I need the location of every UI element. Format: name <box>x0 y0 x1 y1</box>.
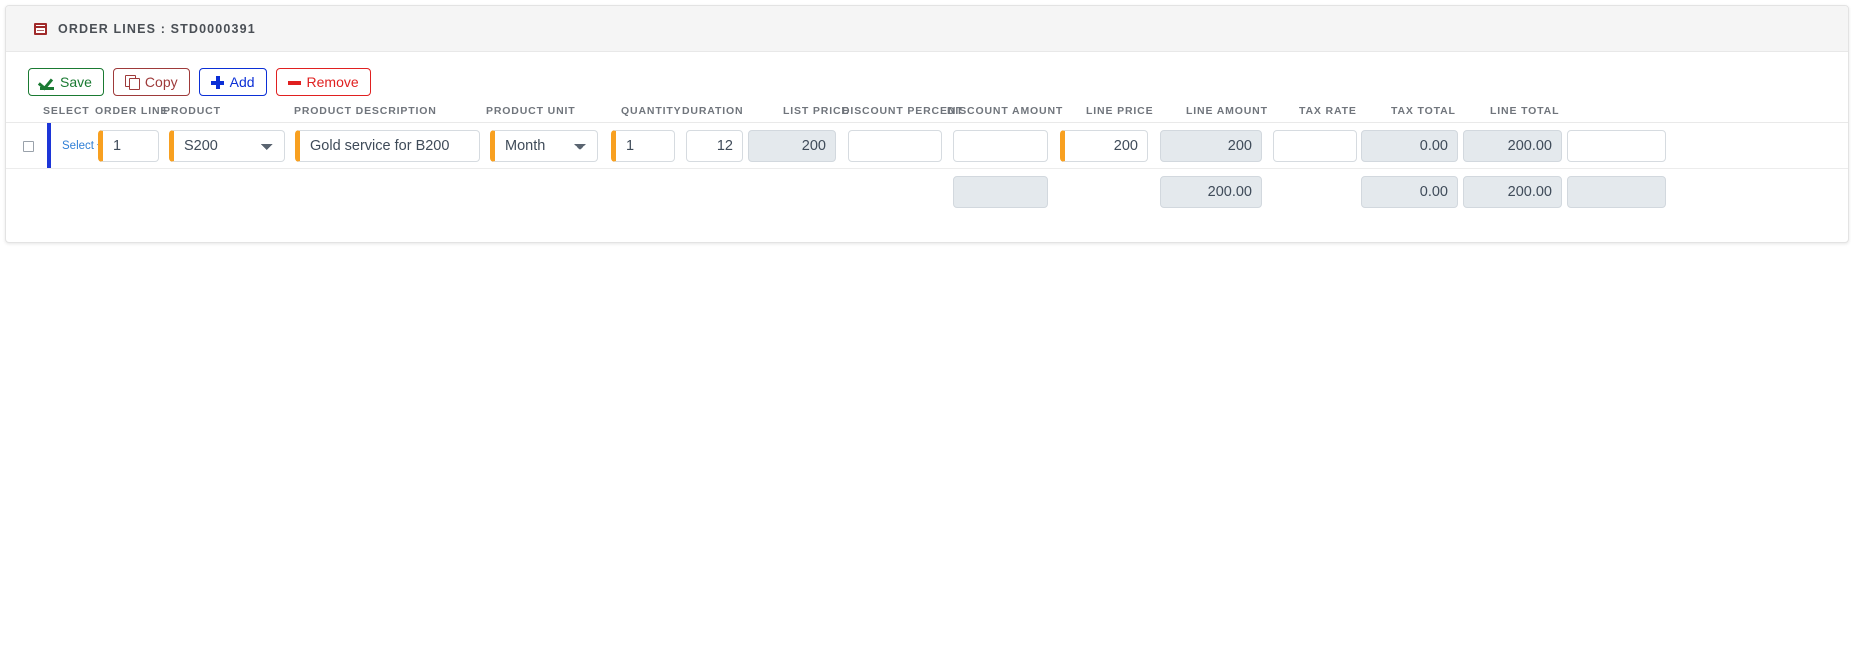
discount-percent-input[interactable] <box>848 130 942 162</box>
tax-total-input <box>1361 130 1458 162</box>
tax-total-total-cell <box>1361 176 1458 208</box>
discount-amount-input[interactable] <box>953 130 1048 162</box>
column-header-tax-rate: TAX RATE <box>1299 105 1357 117</box>
row-status-marker <box>47 123 51 169</box>
quantity-cell <box>611 130 675 162</box>
tax-rate-input[interactable] <box>1273 130 1357 162</box>
discount-amount-cell <box>953 130 1048 162</box>
tax-rate-cell <box>1273 130 1357 162</box>
list-price-input <box>748 130 836 162</box>
table-row: Select S200 Month <box>6 122 1848 169</box>
save-button[interactable]: Save <box>28 68 104 96</box>
order-lines-grid: SELECT ORDER LINE PRODUCT PRODUCT DESCRI… <box>6 105 1848 214</box>
column-header-order-line: ORDER LINE <box>95 105 169 117</box>
line-total-input <box>1463 130 1562 162</box>
column-header-product-unit: PRODUCT UNIT <box>486 105 576 117</box>
duration-cell <box>686 130 743 162</box>
quantity-input[interactable] <box>611 130 675 162</box>
plus-icon <box>210 75 224 89</box>
column-header-product: PRODUCT <box>163 105 221 117</box>
column-header-select: SELECT <box>43 105 90 117</box>
tax-total-cell <box>1361 130 1458 162</box>
column-header-discount-percent: DISCOUNT PERCENT <box>842 105 964 117</box>
column-header-product-description: PRODUCT DESCRIPTION <box>294 105 437 117</box>
row-select-dropdown-label: Select <box>62 140 94 152</box>
row-select-checkbox[interactable] <box>23 140 34 152</box>
panel-title: ORDER LINES : STD0000391 <box>58 21 256 36</box>
remove-button-label: Remove <box>306 74 359 90</box>
add-button-label: Add <box>229 74 255 90</box>
line-total-total <box>1463 176 1562 208</box>
copy-icon <box>124 75 140 90</box>
product-cell: S200 <box>169 130 285 162</box>
list-price-cell <box>748 130 836 162</box>
add-button[interactable]: Add <box>198 68 267 96</box>
column-header-line-price: LINE PRICE <box>1086 105 1154 117</box>
grid-header-row: SELECT ORDER LINE PRODUCT PRODUCT DESCRI… <box>6 105 1848 122</box>
panel-header: ORDER LINES : STD0000391 <box>6 6 1848 52</box>
product-unit-select[interactable]: Month <box>490 130 598 162</box>
line-price-input[interactable] <box>1060 130 1148 162</box>
product-description-cell <box>295 130 480 162</box>
overflow-total <box>1567 176 1666 208</box>
totals-row <box>6 168 1848 214</box>
save-button-label: Save <box>60 74 92 90</box>
line-total-cell <box>1463 130 1562 162</box>
column-header-line-amount: LINE AMOUNT <box>1186 105 1268 117</box>
order-line-input[interactable] <box>98 130 159 162</box>
line-amount-total-cell <box>1160 176 1262 208</box>
line-amount-total <box>1160 176 1262 208</box>
overflow-input[interactable] <box>1567 130 1666 162</box>
product-unit-cell: Month <box>490 130 598 162</box>
column-header-tax-total: TAX TOTAL <box>1391 105 1456 117</box>
row-select-dropdown[interactable]: Select <box>62 140 103 152</box>
column-header-line-total: LINE TOTAL <box>1490 105 1560 117</box>
line-total-total-cell <box>1463 176 1562 208</box>
column-header-quantity: QUANTITY <box>621 105 682 117</box>
line-price-cell <box>1060 130 1148 162</box>
remove-button[interactable]: Remove <box>275 68 371 96</box>
minus-icon <box>287 76 301 89</box>
copy-button-label: Copy <box>144 74 178 90</box>
column-header-duration: DURATION <box>682 105 744 117</box>
overflow-cell <box>1567 130 1666 162</box>
discount-percent-cell <box>848 130 942 162</box>
row-select-cell: Select <box>23 123 103 169</box>
overflow-total-cell <box>1567 176 1666 208</box>
discount-amount-total <box>953 176 1048 208</box>
copy-button[interactable]: Copy <box>112 68 190 96</box>
save-icon <box>40 75 54 90</box>
order-line-cell <box>98 130 159 162</box>
tax-total-total <box>1361 176 1458 208</box>
line-amount-cell <box>1160 130 1262 162</box>
duration-input[interactable] <box>686 130 743 162</box>
discount-amount-total-cell <box>953 176 1048 208</box>
table-icon <box>34 22 47 35</box>
line-amount-input <box>1160 130 1262 162</box>
order-lines-panel: ORDER LINES : STD0000391 Save Copy Add R… <box>5 5 1849 243</box>
product-description-input[interactable] <box>295 130 480 162</box>
column-header-discount-amount: DISCOUNT AMOUNT <box>947 105 1064 117</box>
grid-toolbar: Save Copy Add Remove <box>6 52 1848 96</box>
product-select[interactable]: S200 <box>169 130 285 162</box>
column-header-list-price: LIST PRICE <box>783 105 850 117</box>
